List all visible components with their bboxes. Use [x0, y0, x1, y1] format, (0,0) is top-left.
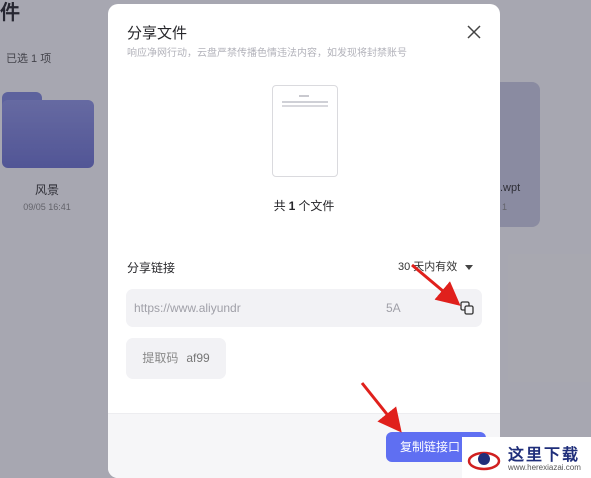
watermark-title: 这里下载 — [508, 445, 581, 464]
annotation-arrows — [360, 263, 461, 433]
watermark-url: www.herexiazai.com — [508, 463, 581, 472]
watermark-logo-icon — [467, 451, 501, 471]
watermark: 这里下载 www.herexiazai.com — [462, 437, 591, 478]
